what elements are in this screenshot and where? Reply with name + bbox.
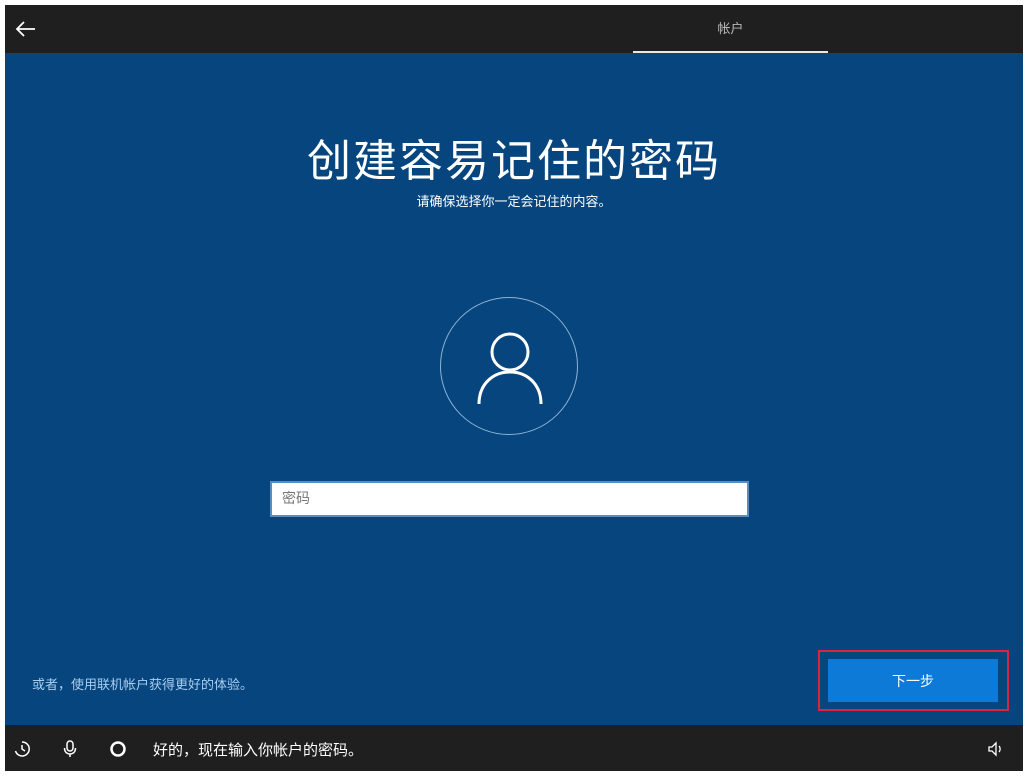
volume-button[interactable] — [985, 738, 1007, 760]
microphone-icon — [63, 740, 77, 757]
avatar — [440, 297, 578, 435]
tab-account-label: 帐户 — [717, 22, 744, 37]
volume-icon — [988, 741, 1001, 757]
password-input[interactable] — [270, 481, 749, 517]
next-button[interactable]: 下一步 — [828, 659, 998, 702]
cortana-icon — [110, 741, 126, 757]
page-subtitle: 请确保选择你一定会记住的内容。 — [416, 195, 612, 210]
top-bar: 帐户 — [5, 5, 1023, 53]
user-icon — [477, 332, 543, 405]
cortana-button[interactable] — [107, 738, 129, 760]
microphone-button[interactable] — [59, 738, 81, 760]
oobe-window: 帐户 创建容易记住的密码 请确保选择你一定会记住的内容。 或者，使用联机帐户获得… — [0, 0, 1028, 776]
page-title: 创建容易记住的密码 — [307, 136, 721, 187]
cortana-message: 好的，现在输入你帐户的密码。 — [153, 741, 364, 759]
bottom-bar: 好的，现在输入你帐户的密码。 — [5, 725, 1023, 771]
arrow-left-icon — [15, 21, 35, 37]
accessibility-button[interactable] — [11, 738, 33, 760]
back-button[interactable] — [9, 13, 43, 45]
online-account-link[interactable]: 或者，使用联机帐户获得更好的体验。 — [32, 674, 253, 693]
tab-account[interactable]: 帐户 — [633, 5, 828, 53]
accessibility-icon — [14, 741, 30, 757]
main-panel: 创建容易记住的密码 请确保选择你一定会记住的内容。 或者，使用联机帐户获得更好的… — [5, 53, 1023, 725]
